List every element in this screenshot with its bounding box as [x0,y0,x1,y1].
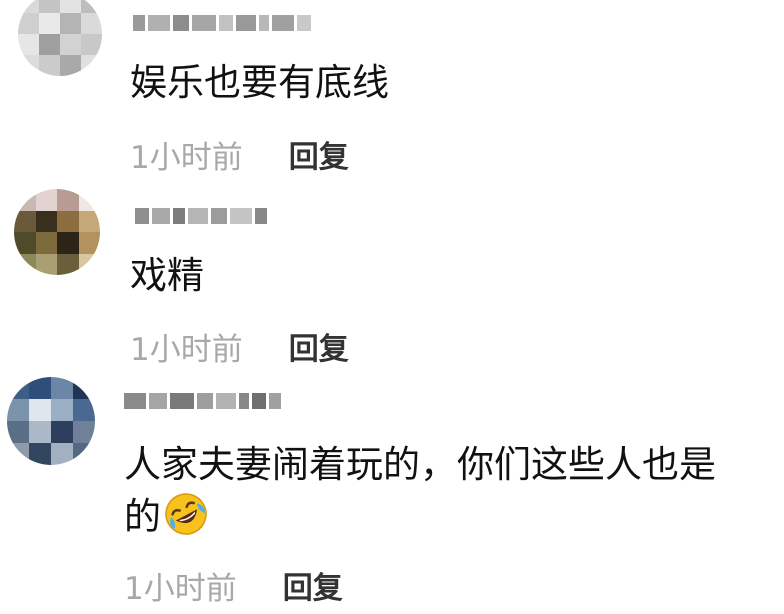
comment-item: 人家夫妻闹着玩的，你们这些人也是 的 1小时前 回复 [0,375,784,614]
avatar[interactable] [7,377,95,465]
comment-meta: 1小时前 回复 [130,132,349,176]
reply-button[interactable]: 回复 [283,563,343,607]
avatar[interactable] [14,189,100,275]
username-blurred[interactable] [124,390,281,412]
comment-item: 戏精 1小时前 回复 [0,185,784,375]
reply-button[interactable]: 回复 [289,132,349,176]
avatar[interactable] [18,0,102,76]
reply-button[interactable]: 回复 [289,324,349,368]
timestamp: 1小时前 [130,331,243,368]
rolling-on-floor-laughing-icon [163,491,209,537]
username-blurred[interactable] [135,205,267,227]
comment-text: 戏精 [130,254,204,297]
comment-text-line: 人家夫妻闹着玩的，你们这些人也是 [124,443,716,486]
timestamp: 1小时前 [130,139,243,176]
comment-text: 人家夫妻闹着玩的，你们这些人也是 [124,440,716,490]
comment-meta: 1小时前 回复 [130,324,349,368]
timestamp: 1小时前 [124,570,237,607]
username-blurred[interactable] [133,12,311,34]
comment-text: 娱乐也要有底线 [130,61,389,104]
comment-text-line: 的 [124,495,161,538]
comment-text: 的 [124,491,209,542]
comment-item: 娱乐也要有底线 1小时前 回复 [0,0,784,180]
comment-meta: 1小时前 回复 [124,563,343,607]
